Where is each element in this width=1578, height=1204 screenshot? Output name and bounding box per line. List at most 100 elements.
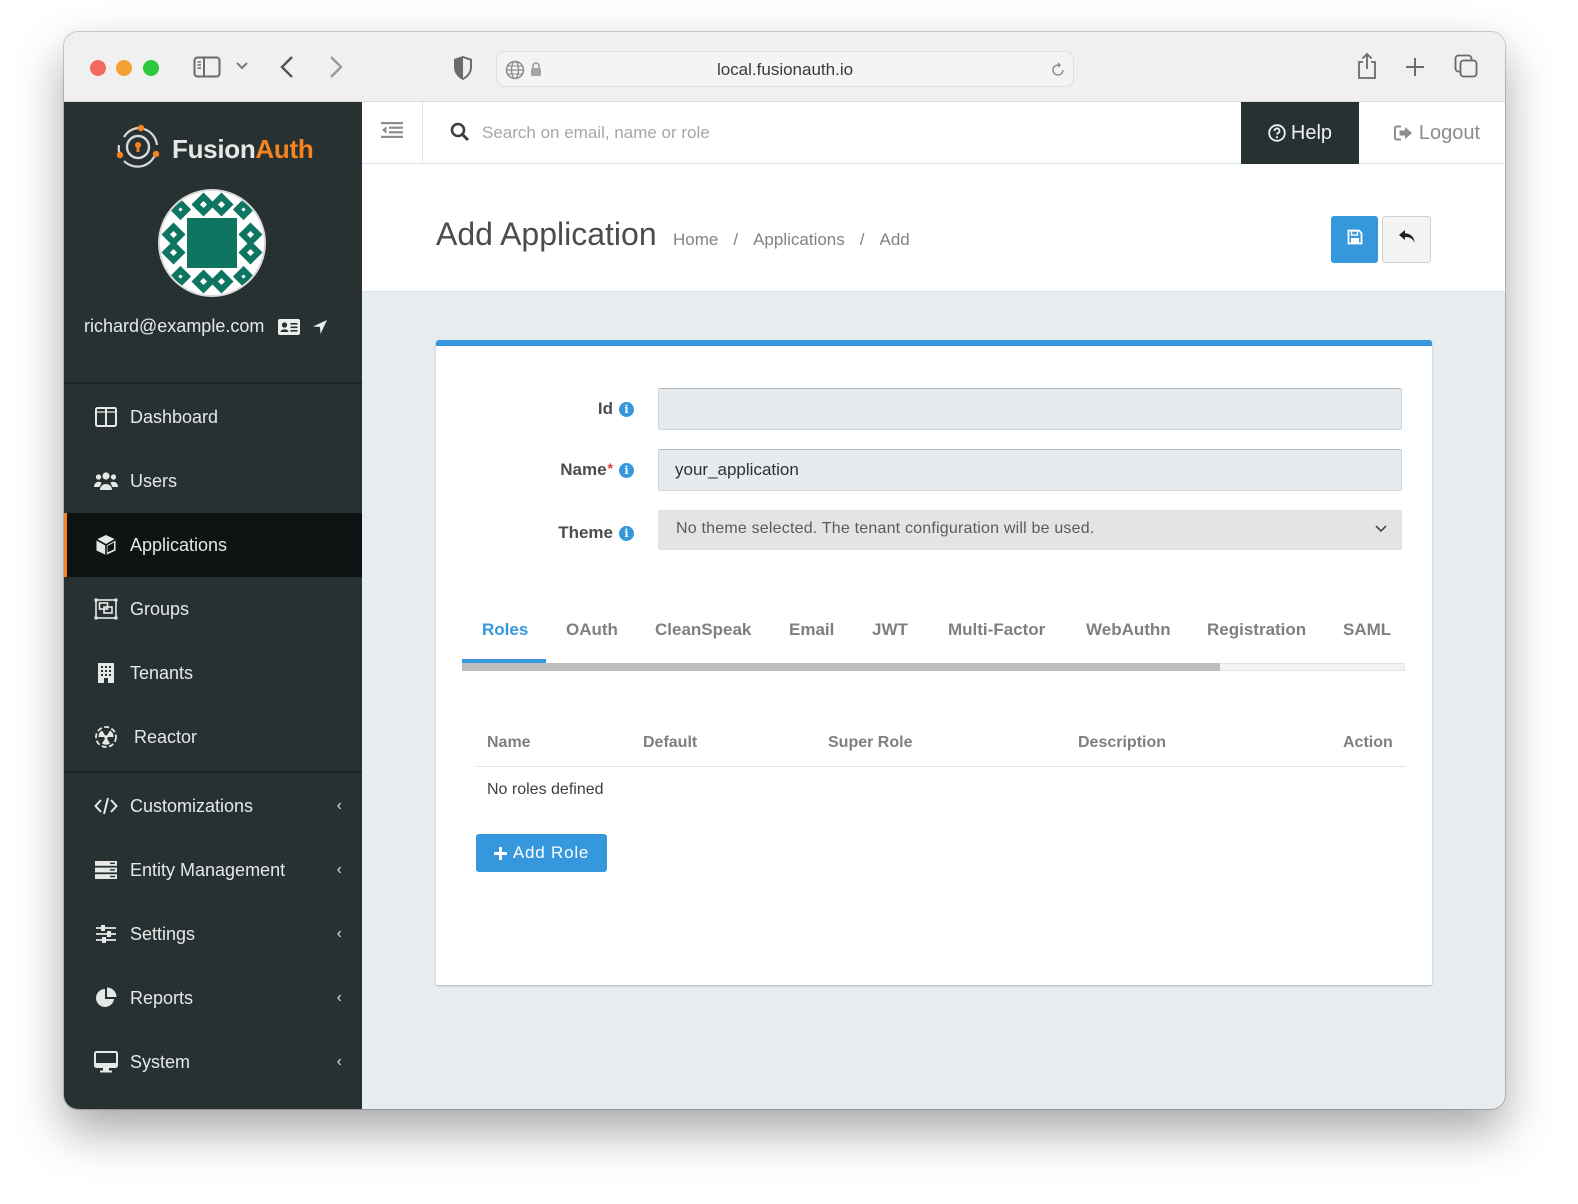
sidebar-item-tenants[interactable]: Tenants	[64, 641, 362, 705]
search-input[interactable]	[482, 116, 1082, 150]
sliders-icon	[93, 925, 119, 943]
sidebar-item-dashboard[interactable]: Dashboard	[64, 385, 362, 449]
new-tab-icon[interactable]	[1405, 57, 1425, 77]
sidebar: FusionAuth richard@example.com Dashboard…	[64, 102, 362, 1109]
help-label: Help	[1290, 121, 1333, 144]
chevron-left-icon: ‹	[336, 1053, 342, 1070]
chevron-left-icon: ‹	[336, 861, 342, 878]
top-bar: Help Logout	[362, 102, 1505, 164]
pie-chart-icon	[93, 987, 119, 1009]
sidebar-item-groups[interactable]: Groups	[64, 577, 362, 641]
name-label: Name * i	[560, 460, 634, 480]
fusionauth-logo-text: FusionAuth	[172, 133, 314, 165]
plus-icon	[493, 846, 507, 860]
sidebar-item-label: Reactor	[134, 726, 198, 747]
sidebar-item-settings[interactable]: Settings ‹	[64, 902, 362, 966]
tabs-overview-icon[interactable]	[1454, 54, 1478, 78]
sidebar-item-system[interactable]: System ‹	[64, 1030, 362, 1094]
logout-button[interactable]: Logout	[1372, 102, 1502, 164]
form-row-id: Id i	[436, 388, 1432, 430]
server-icon	[93, 861, 119, 879]
sidebar-item-label: Users	[130, 470, 178, 491]
form-row-name: Name * i	[436, 449, 1432, 491]
reload-icon[interactable]	[1050, 62, 1066, 78]
breadcrumb-home[interactable]: Home	[673, 230, 718, 250]
shield-icon[interactable]	[453, 55, 473, 81]
fusionauth-logo[interactable]: FusionAuth	[114, 124, 314, 174]
info-icon[interactable]: i	[619, 462, 634, 478]
tab-registration[interactable]: Registration	[1207, 620, 1306, 640]
logout-label: Logout	[1418, 121, 1481, 144]
chevron-left-icon: ‹	[336, 925, 342, 942]
profile-card-icon[interactable]	[278, 318, 301, 335]
browser-toolbar: local.fusionauth.io	[64, 32, 1505, 102]
column-header-action: Action	[1343, 734, 1393, 751]
add-role-button[interactable]: Add Role	[476, 834, 607, 872]
forward-arrow-icon[interactable]	[329, 55, 343, 79]
cube-icon	[93, 534, 119, 556]
sidebar-item-customizations[interactable]: Customizations ‹	[64, 774, 362, 838]
sidebar-item-users[interactable]: Users	[64, 449, 362, 513]
table-header-divider	[476, 766, 1406, 767]
column-header-description: Description	[1078, 734, 1167, 751]
sidebar-item-label: Applications	[130, 534, 228, 555]
id-field[interactable]	[658, 388, 1402, 430]
info-icon[interactable]: i	[619, 401, 634, 417]
breadcrumb-add: Add	[879, 230, 910, 249]
minimize-window-button[interactable]	[116, 60, 132, 76]
breadcrumb: Home / Applications / Add	[673, 230, 910, 250]
help-button[interactable]: Help	[1241, 102, 1359, 164]
desktop-icon	[93, 1051, 119, 1073]
save-icon	[1347, 229, 1363, 250]
tab-oauth[interactable]: OAuth	[566, 620, 618, 640]
chevron-down-icon[interactable]	[236, 62, 248, 70]
sign-out-icon	[1393, 125, 1413, 141]
sidebar-item-label: System	[130, 1051, 191, 1072]
sidebar-divider	[64, 382, 362, 384]
location-arrow-icon[interactable]	[312, 319, 328, 335]
id-label-text: Id	[597, 399, 613, 418]
close-window-button[interactable]	[90, 60, 106, 76]
empty-roles-message: No roles defined	[487, 781, 604, 798]
breadcrumb-applications[interactable]: Applications	[753, 230, 845, 250]
info-icon[interactable]: i	[619, 525, 634, 541]
sidebar-item-label: Settings	[130, 923, 196, 944]
tabs-scrollbar-thumb[interactable]	[462, 663, 1220, 671]
tab-jwt[interactable]: JWT	[872, 620, 908, 640]
sidebar-item-entity-management[interactable]: Entity Management ‹	[64, 838, 362, 902]
tab-saml[interactable]: SAML	[1343, 620, 1391, 640]
groups-icon	[93, 598, 119, 620]
avatar[interactable]	[158, 189, 266, 297]
browser-window: local.fusionauth.io FusionAuth richard@e…	[64, 32, 1505, 1109]
sidebar-item-applications[interactable]: Applications	[64, 513, 362, 577]
sidebar-item-reactor[interactable]: Reactor	[64, 705, 362, 769]
tab-multi-factor[interactable]: Multi-Factor	[948, 620, 1045, 640]
tab-email[interactable]: Email	[789, 620, 834, 640]
address-bar[interactable]: local.fusionauth.io	[496, 51, 1074, 87]
menu-collapse-button[interactable]	[362, 102, 423, 163]
tab-roles[interactable]: Roles	[482, 620, 528, 640]
tab-webauthn[interactable]: WebAuthn	[1086, 620, 1171, 640]
question-circle-icon	[1268, 124, 1286, 142]
name-field[interactable]	[658, 449, 1402, 491]
sidebar-item-reports[interactable]: Reports ‹	[64, 966, 362, 1030]
user-email: richard@example.com	[84, 316, 265, 336]
breadcrumb-separator: /	[859, 230, 865, 249]
theme-select[interactable]: No theme selected. The tenant configurat…	[658, 510, 1402, 550]
column-header-name: Name	[487, 734, 531, 751]
users-icon	[93, 471, 119, 491]
logo-text-fusion: Fusion	[172, 133, 256, 164]
sidebar-item-label: Groups	[130, 598, 190, 619]
undo-arrow-icon	[1398, 229, 1416, 250]
back-arrow-icon[interactable]	[280, 55, 294, 79]
name-label-text: Name	[560, 460, 607, 479]
maximize-window-button[interactable]	[143, 60, 159, 76]
save-button[interactable]	[1331, 216, 1378, 263]
sidebar-item-label: Entity Management	[130, 859, 286, 880]
back-button[interactable]	[1382, 216, 1431, 263]
tab-cleanspeak[interactable]: CleanSpeak	[655, 620, 751, 640]
sidebar-toggle-icon[interactable]	[193, 56, 221, 78]
sidebar-item-label: Customizations	[130, 795, 254, 816]
share-icon[interactable]	[1356, 52, 1378, 80]
theme-label-text: Theme	[558, 523, 613, 542]
